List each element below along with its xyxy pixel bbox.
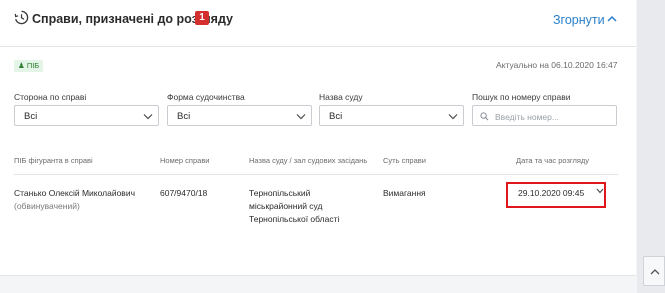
table-header-divider <box>14 174 618 175</box>
scheduled-cases-card: Справи, призначені до розгляду 1 Згорнут… <box>0 0 636 276</box>
chevron-down-icon <box>448 114 458 120</box>
court-name-line-1: Тернопільський <box>249 188 311 198</box>
chevron-down-icon <box>296 114 306 120</box>
case-number-search-input[interactable]: Введіть номер... <box>472 105 617 126</box>
count-badge: 1 <box>195 11 209 25</box>
form-filter-select[interactable]: Всі <box>167 105 312 126</box>
side-filter-value: Всі <box>24 111 38 122</box>
clock-history-icon <box>14 10 29 25</box>
case-number: 607/9470/18 <box>160 188 208 198</box>
expand-row-chevron-icon[interactable] <box>595 187 605 195</box>
column-header-court: Назва суду / зал судових засідань <box>249 156 368 165</box>
card-header: Справи, призначені до розгляду 1 Згорнут… <box>0 0 636 40</box>
search-placeholder: Введіть номер... <box>495 112 559 122</box>
column-header-essence: Суть справи <box>383 156 426 165</box>
case-search-label: Пошук по номеру справи <box>472 92 571 102</box>
page-background: Справи, призначені до розгляду 1 Згорнут… <box>0 0 637 293</box>
right-panel-strip <box>637 0 665 293</box>
hearing-datetime: 29.10.2020 09:45 <box>518 188 585 198</box>
updated-timestamp: Актуально на 06.10.2020 16:47 <box>496 60 618 70</box>
form-filter-label: Форма судочинства <box>167 92 245 102</box>
court-filter-value: Всі <box>329 111 343 122</box>
chevron-up-icon[interactable] <box>606 14 618 24</box>
form-filter-value: Всі <box>177 111 191 122</box>
side-filter-select[interactable]: Всі <box>14 105 159 126</box>
scroll-to-top-button[interactable] <box>643 256 665 286</box>
court-filter-label: Назва суду <box>319 92 363 102</box>
court-name-line-2: міськрайонний суд <box>249 201 323 211</box>
case-essence: Вимагання <box>383 188 426 198</box>
search-icon <box>480 112 489 121</box>
person-filter-tag[interactable]: ♟ ПІБ <box>14 60 44 72</box>
person-icon: ♟ <box>18 61 25 70</box>
court-filter-select[interactable]: Всі <box>319 105 464 126</box>
collapse-link[interactable]: Згорнути <box>553 13 605 27</box>
person-tag-label: ПІБ <box>26 61 40 70</box>
chevron-down-icon <box>143 114 153 120</box>
hearing-datetime-highlight: 29.10.2020 09:45 <box>506 182 606 208</box>
column-header-case-number: Номер справи <box>160 156 210 165</box>
person-name: Станько Олексій Миколайович <box>14 188 135 198</box>
person-role: (обвинувачений) <box>14 201 80 211</box>
column-header-datetime: Дата та час розгляду <box>516 156 590 165</box>
chevron-up-icon <box>650 269 660 275</box>
court-name-line-3: Тернопільської області <box>249 214 340 224</box>
side-filter-label: Сторона по справі <box>14 92 87 102</box>
header-divider <box>0 46 636 47</box>
column-header-name: ПІБ фігуранта в справі <box>14 156 93 165</box>
